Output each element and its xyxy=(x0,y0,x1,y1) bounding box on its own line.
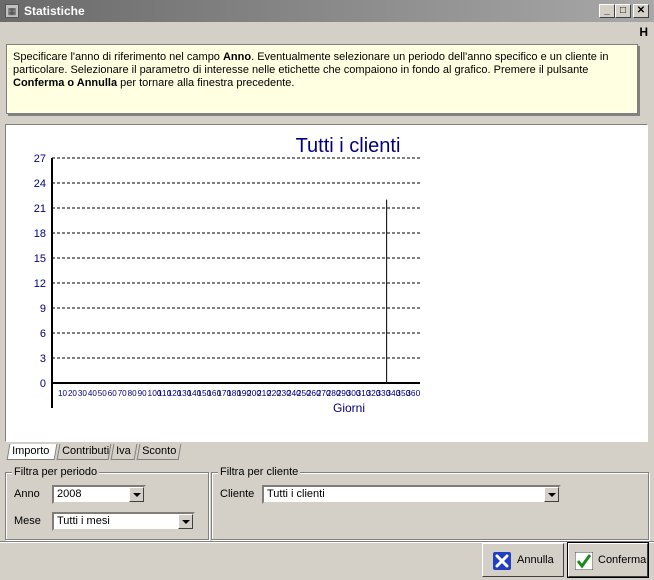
tab-contributi-label: Contributi xyxy=(62,445,110,457)
group-periodo-title: Filtra per periodo xyxy=(12,466,100,478)
x-tick-label: 20 xyxy=(68,388,77,398)
chevron-down-icon[interactable] xyxy=(129,487,144,502)
y-tick-label: 18 xyxy=(34,228,46,240)
maximize-button[interactable]: □ xyxy=(615,4,631,18)
conferma-label: Conferma xyxy=(598,554,647,566)
close-button[interactable]: ✕ xyxy=(633,4,649,18)
info-bold-buttons: Conferma o Annulla xyxy=(13,77,118,89)
close-icon: ✕ xyxy=(636,5,646,16)
group-filtra-cliente: Filtra per cliente xyxy=(211,466,649,540)
x-tick-label: 10 xyxy=(58,388,67,398)
tab-importo-label: Importo xyxy=(12,445,50,457)
title-bar: ▦ Statistiche _ □ ✕ xyxy=(0,0,654,22)
cliente-value: Tutti i clienti xyxy=(267,488,325,500)
chevron-down-icon[interactable] xyxy=(178,514,193,529)
tab-sconto-label: Sconto xyxy=(142,445,177,457)
menu-bar: H xyxy=(0,22,654,40)
anno-select[interactable]: 2008 xyxy=(52,485,146,504)
y-tick-label: 3 xyxy=(40,353,46,365)
window-title: Statistiche xyxy=(24,4,85,18)
info-text-1: Specificare l'anno di riferimento nel ca… xyxy=(13,51,223,63)
tab-iva-label: Iva xyxy=(116,445,131,457)
chart-svg: Tutti i clienti 0 3 6 9 12 15 18 21 24 27 10 20 30 40 5… xyxy=(34,135,421,415)
y-tick-label: 27 xyxy=(34,153,46,165)
x-tick-label: 70 xyxy=(118,388,127,398)
x-axis-label: Giorni xyxy=(333,401,365,415)
chart-title: Tutti i clienti xyxy=(296,135,401,157)
y-tick-label: 9 xyxy=(40,303,46,315)
mese-select[interactable]: Tutti i mesi xyxy=(52,512,195,531)
x-tick-label: 30 xyxy=(78,388,87,398)
tab-importo[interactable]: Importo xyxy=(6,444,58,460)
x-tick-label: 90 xyxy=(138,388,147,398)
anno-label: Anno xyxy=(14,488,40,500)
x-tick-label: 360 xyxy=(406,388,420,398)
cliente-select[interactable]: Tutti i clienti xyxy=(262,485,561,504)
y-tick-label: 12 xyxy=(34,278,46,290)
annulla-button[interactable]: Annulla xyxy=(482,543,564,577)
annulla-label: Annulla xyxy=(517,554,554,566)
anno-value: 2008 xyxy=(57,488,82,500)
app-icon[interactable]: ▦ xyxy=(5,4,19,18)
mese-value: Tutti i mesi xyxy=(57,515,110,527)
y-tick-label: 6 xyxy=(40,328,46,340)
chart-panel: Tutti i clienti 0 3 6 9 12 15 18 21 24 27 10 20 30 40 5… xyxy=(5,124,648,442)
info-text-3: per tornare alla finestra precedente. xyxy=(117,77,295,89)
group-cliente-title: Filtra per cliente xyxy=(218,466,301,478)
conferma-button[interactable]: Conferma xyxy=(567,542,649,578)
x-tick-label: 60 xyxy=(108,388,117,398)
x-tick-label: 80 xyxy=(128,388,137,398)
x-tick-label: 40 xyxy=(88,388,97,398)
instructions-box: Specificare l'anno di riferimento nel ca… xyxy=(6,44,638,114)
tab-iva[interactable]: Iva xyxy=(110,444,138,460)
cancel-x-icon xyxy=(493,552,511,570)
y-tick-label: 24 xyxy=(34,178,46,190)
chevron-down-icon[interactable] xyxy=(544,487,559,502)
menu-help[interactable]: H xyxy=(639,25,648,39)
y-tick-label: 21 xyxy=(34,203,46,215)
mese-label: Mese xyxy=(14,515,41,527)
y-tick-label: 0 xyxy=(40,378,46,390)
cliente-label: Cliente xyxy=(220,488,255,500)
y-tick-label: 15 xyxy=(34,253,46,265)
checkmark-icon xyxy=(575,552,593,570)
minimize-icon: _ xyxy=(604,5,610,16)
maximize-icon: □ xyxy=(619,5,627,16)
minimize-button[interactable]: _ xyxy=(599,4,615,18)
tab-sconto[interactable]: Sconto xyxy=(136,444,182,460)
info-bold-anno: Anno xyxy=(222,51,252,63)
tab-contributi[interactable]: Contributi xyxy=(56,444,112,460)
x-tick-label: 50 xyxy=(98,388,107,398)
